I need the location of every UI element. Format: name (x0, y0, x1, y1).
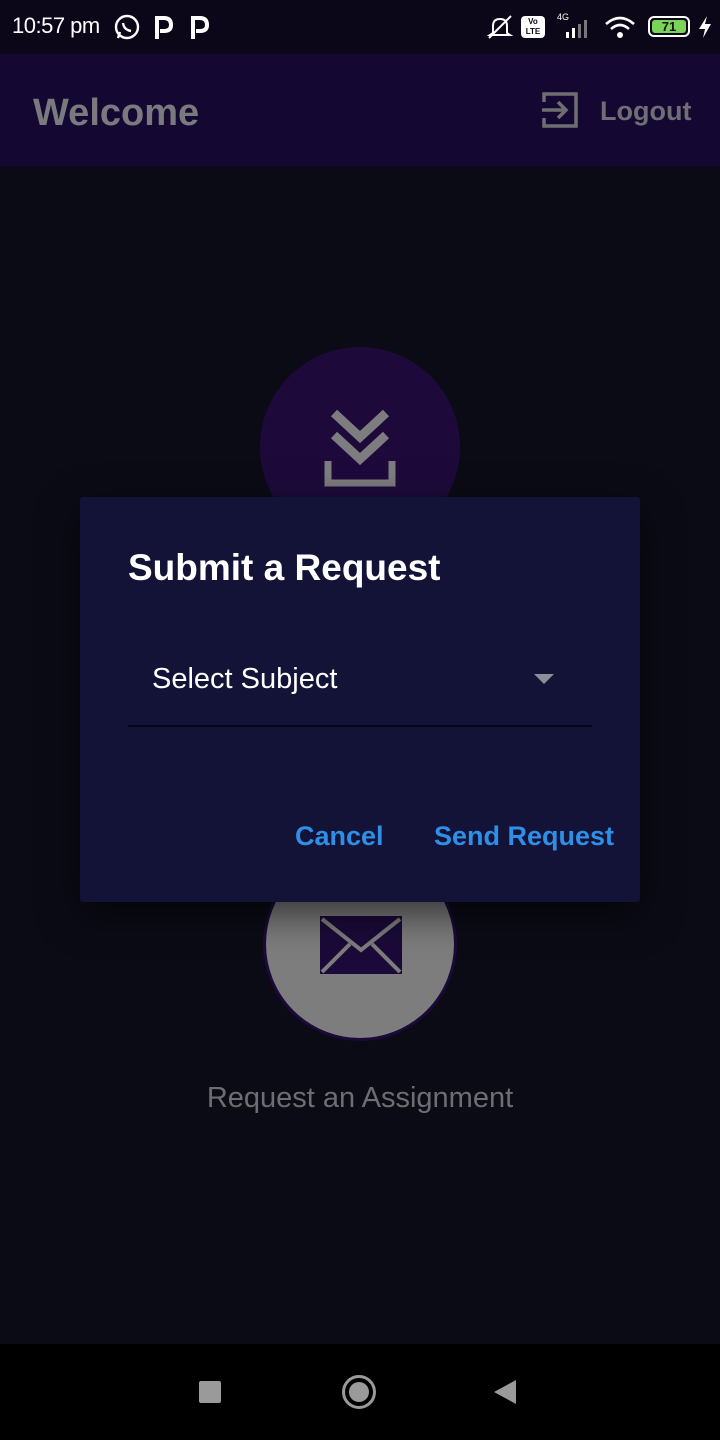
send-request-button[interactable]: Send Request (434, 821, 614, 852)
caret-down-icon (534, 674, 554, 684)
page-title: Welcome (33, 92, 200, 134)
request-assignment-label: Request an Assignment (206, 1082, 514, 1114)
p-app-icon (155, 16, 173, 39)
battery-icon: 71 (648, 16, 690, 37)
mute-icon (486, 15, 514, 39)
p-app-icon (191, 16, 209, 39)
status-bar: 10:57 pm Vo LTE 4G 71 (0, 0, 720, 54)
app-screen: 10:57 pm Vo LTE 4G 71 Welcome Logout Req… (0, 0, 720, 1440)
logout-label: Logout (600, 96, 692, 126)
dialog-title: Submit a Request (128, 547, 441, 588)
home-icon (349, 1382, 369, 1402)
volte-icon: Vo LTE (521, 16, 545, 38)
logout-icon (542, 92, 578, 128)
battery-level: 71 (652, 20, 686, 33)
wifi-icon (605, 16, 635, 38)
charging-icon (699, 16, 711, 38)
signal-icon (566, 20, 587, 38)
status-time: 10:57 pm (12, 13, 100, 38)
subject-select[interactable]: Select Subject (128, 645, 592, 727)
mail-icon (320, 916, 402, 974)
home-button[interactable] (342, 1375, 376, 1409)
back-button[interactable] (494, 1380, 516, 1404)
submit-request-dialog: Submit a Request Select Subject Cancel S… (80, 497, 640, 902)
navigation-bar (0, 1344, 720, 1440)
whatsapp-icon (114, 14, 140, 40)
cancel-button[interactable]: Cancel (295, 821, 384, 852)
logout-button[interactable]: Logout (540, 90, 700, 134)
app-bar: Welcome Logout (0, 54, 720, 166)
download-icon (324, 409, 396, 487)
recents-button[interactable] (199, 1381, 221, 1403)
subject-select-value: Select Subject (152, 663, 338, 695)
